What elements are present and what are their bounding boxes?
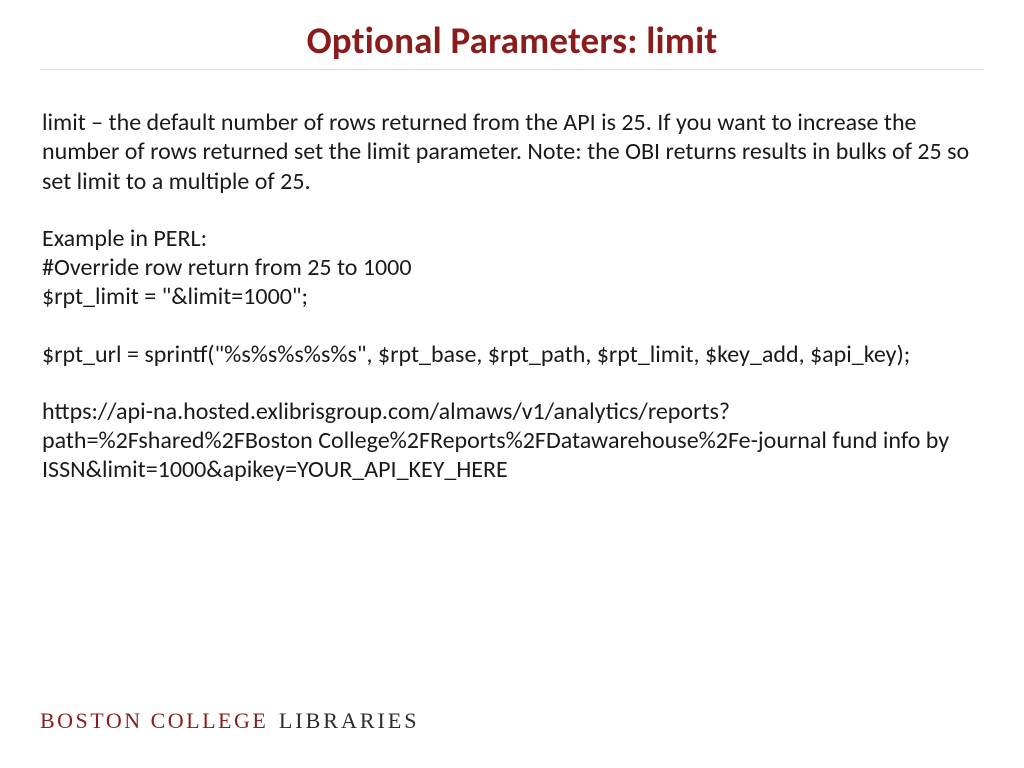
slide: Optional Parameters: limit limit – the d…	[0, 0, 1024, 768]
intro-paragraph: limit – the default number of rows retur…	[42, 108, 982, 196]
title-divider	[40, 69, 984, 70]
slide-body: limit – the default number of rows retur…	[40, 108, 984, 485]
footer-bc: BOSTON COLLEGE	[40, 708, 268, 733]
code-assign: $rpt_limit = "&limit=1000";	[42, 282, 982, 311]
footer-libraries: LIBRARIES	[279, 708, 420, 733]
example-label: Example in PERL:	[42, 224, 982, 253]
code-comment: #Override row return from 25 to 1000	[42, 253, 982, 282]
slide-title: Optional Parameters: limit	[40, 18, 984, 69]
footer-logo: BOSTON COLLEGE LIBRARIES	[40, 708, 420, 734]
example-url: https://api-na.hosted.exlibrisgroup.com/…	[42, 397, 982, 485]
code-sprintf: $rpt_url = sprintf("%s%s%s%s%s", $rpt_ba…	[42, 340, 982, 369]
